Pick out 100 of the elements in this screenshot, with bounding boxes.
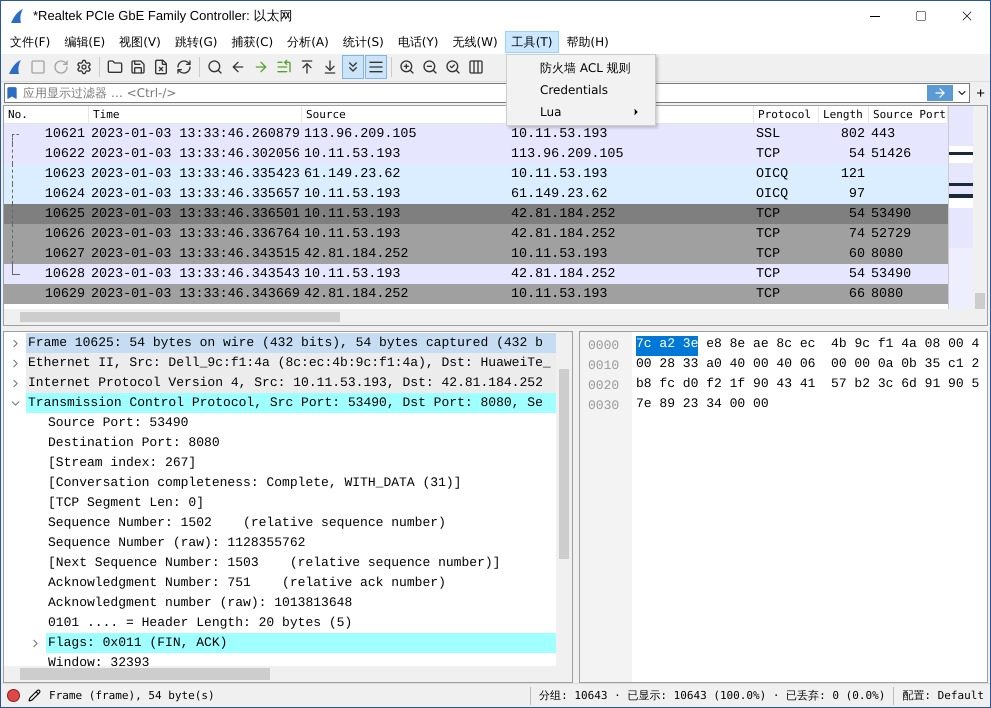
- detail-line[interactable]: 0101 .... = Header Length: 20 bytes (5): [46, 613, 556, 634]
- packet-row[interactable]: 10625 2023-01-03 13:33:46.336501 10.11.53.193 42.81.184.252 TCP 54 53490: [4, 204, 948, 224]
- detail-line[interactable]: Acknowledgment Number: 751 (relative ack number): [46, 573, 556, 594]
- packet-row[interactable]: 10627 2023-01-03 13:33:46.343515 42.81.184.252 10.11.53.193 TCP 60 8080: [4, 244, 948, 264]
- double-chevron-down-button[interactable]: [342, 55, 364, 80]
- table-cell-text: TCP: [755, 266, 782, 282]
- table-cell-text: 66: [848, 286, 866, 302]
- menu-item[interactable]: 工具(T): [504, 31, 560, 54]
- table-cell-text: 61.149.23.62: [303, 166, 402, 182]
- detail-line[interactable]: [Next Sequence Number: 1503 (relative sequence number)]: [46, 553, 556, 574]
- table-cell-text: 42.81.184.252: [303, 286, 410, 302]
- detail-line[interactable]: Sequence Number (raw): 1128355762: [46, 533, 556, 554]
- packet-row[interactable]: 10623 2023-01-03 13:33:46.335423 61.149.23.62 10.11.53.193 OICQ 121: [4, 164, 948, 184]
- profile-label[interactable]: 配置: Default: [902, 688, 984, 704]
- window-title: *Realtek PCIe GbE Family Controller: 以太网: [33, 7, 294, 25]
- table-cell-text: 2023-01-03 13:33:46.343515: [90, 246, 301, 262]
- detail-line[interactable]: Acknowledgment number (raw): 1013813648: [46, 593, 556, 614]
- packet-row[interactable]: 10626 2023-01-03 13:33:46.336764 10.11.53.193 42.81.184.252 TCP 74 52729: [4, 224, 948, 244]
- table-cell-text: TCP: [755, 146, 782, 162]
- offset-label: 0030: [587, 397, 620, 416]
- menu-item[interactable]: 文件(F): [3, 31, 58, 54]
- table-cell-text: 10.11.53.193: [303, 206, 402, 222]
- table-cell-text: SSL: [755, 126, 782, 142]
- table-cell-text: 2023-01-03 13:33:46.335657: [90, 186, 301, 202]
- table-cell-text: 2023-01-03 13:33:46.343543: [90, 266, 301, 282]
- detail-line[interactable]: Window: 32393: [46, 653, 556, 666]
- status-indicator[interactable]: [7, 689, 20, 702]
- table-cell-text: 42.81.184.252: [303, 246, 410, 262]
- table-cell-text: 10627: [44, 246, 86, 262]
- app-logo-icon: [9, 8, 25, 24]
- list-arrow-icon: [276, 59, 292, 76]
- table-cell-text: 61.149.23.62: [510, 186, 608, 202]
- lines-button[interactable]: [365, 55, 387, 80]
- vertical-scrollbar[interactable]: [972, 106, 987, 310]
- table-cell-text: 10628: [44, 266, 86, 282]
- table-cell-text: 10.11.53.193: [510, 286, 608, 302]
- dropdown-item[interactable]: Lua: [507, 101, 655, 123]
- add-filter-button[interactable]: +: [974, 84, 987, 102]
- table-cell-text: 42.81.184.252: [510, 266, 616, 282]
- up-arrow-icon: [299, 59, 315, 76]
- horizontal-scrollbar[interactable]: [4, 666, 572, 682]
- column-header[interactable]: Protocol: [754, 106, 819, 124]
- packet-row[interactable]: 10621 2023-01-03 13:33:46.260879 113.96.209.105 10.11.53.193 SSL 802 443: [4, 124, 948, 144]
- detail-line[interactable]: Destination Port: 8080: [46, 433, 556, 454]
- table-cell-text: 54: [848, 266, 866, 282]
- table-cell-text: 443: [870, 126, 896, 142]
- menu-item[interactable]: 无线(W): [445, 31, 505, 54]
- table-cell-text: 60: [848, 246, 866, 262]
- table-cell-text: 51426: [870, 146, 912, 162]
- hex-bytes[interactable]: e8 8e ae 8c ec 4b 9c f1 4a 08 00 4: [698, 336, 980, 356]
- vertical-scrollbar[interactable]: [556, 332, 572, 666]
- menu-item[interactable]: 捕获(C): [224, 31, 280, 54]
- detail-line[interactable]: Source Port: 53490: [46, 413, 556, 434]
- packet-row[interactable]: 10624 2023-01-03 13:33:46.335657 10.11.53.193 61.149.23.62 OICQ 97: [4, 184, 948, 204]
- packet-row[interactable]: 10629 2023-01-03 13:33:46.343669 42.81.184.252 10.11.53.193 TCP 66 8080: [4, 284, 948, 304]
- menu-item[interactable]: 电话(Y): [390, 31, 446, 54]
- table-cell-text: 54: [848, 146, 866, 162]
- table-cell-text: 10621: [44, 126, 86, 142]
- column-header[interactable]: Length: [819, 106, 869, 124]
- menu-item[interactable]: 统计(S): [336, 31, 391, 54]
- zoom-out-icon: [422, 59, 438, 76]
- table-cell-text: 121: [840, 166, 866, 182]
- offset-label: 0010: [587, 357, 620, 376]
- restart-icon: [53, 59, 69, 76]
- packet-row[interactable]: 10628 2023-01-03 13:33:46.343543 10.11.53.193 42.81.184.252 TCP 54 53490: [4, 264, 948, 284]
- packet-minimap[interactable]: [948, 106, 973, 310]
- table-cell-text: 10.11.53.193: [510, 166, 608, 182]
- packet-counts: 分组: 10643 · 已显示: 10643 (100.0%) · 已丢弃: 0 (0.0%): [539, 688, 886, 704]
- table-cell-text: 10622: [44, 146, 86, 162]
- menu-item[interactable]: 视图(V): [112, 31, 168, 54]
- table-cell-text: TCP: [755, 246, 782, 262]
- column-header[interactable]: No.: [4, 106, 89, 124]
- detail-line[interactable]: [Stream index: 267]: [46, 453, 556, 474]
- table-cell-text: 2023-01-03 13:33:46.343669: [90, 286, 301, 302]
- dropdown-item[interactable]: 防火墙 ACL 规则: [507, 57, 655, 79]
- table-cell-text: 54: [848, 206, 866, 222]
- detail-line[interactable]: [TCP Segment Len: 0]: [46, 493, 556, 514]
- table-cell-text: 10626: [44, 226, 86, 242]
- detail-line[interactable]: Sequence Number: 1502 (relative sequence number): [46, 513, 556, 534]
- down-arrow-icon: [322, 59, 338, 76]
- table-cell-text: TCP: [755, 206, 782, 222]
- menu-item[interactable]: 分析(A): [280, 31, 336, 54]
- menu-item[interactable]: 编辑(E): [57, 31, 112, 54]
- menu-item[interactable]: 帮助(H): [559, 31, 616, 54]
- table-cell-text: 8080: [870, 246, 904, 262]
- column-header[interactable]: Time: [89, 106, 302, 124]
- hex-bytes[interactable]: 7e 89 23 34 00 00: [636, 396, 769, 416]
- hex-bytes[interactable]: 00 28 33 a0 40 00 40 06 00 00 0a 0b 35 c1 2: [636, 356, 980, 376]
- packet-row[interactable]: 10622 2023-01-03 13:33:46.302056 10.11.53.193 113.96.209.105 TCP 54 51426: [4, 144, 948, 164]
- pencil-icon[interactable]: [28, 689, 41, 702]
- horizontal-scrollbar[interactable]: [4, 309, 987, 326]
- detail-line[interactable]: [Conversation completeness: Complete, WITH_DATA (31)]: [46, 473, 556, 494]
- selected-bytes[interactable]: 7c a2 3e: [636, 336, 698, 356]
- reload-icon: [176, 59, 192, 76]
- table-cell-text: 53490: [870, 206, 912, 222]
- table-cell-text: 10624: [44, 186, 86, 202]
- menu-item[interactable]: 跳转(G): [168, 31, 224, 54]
- hex-bytes[interactable]: b8 fc d0 f2 1f 90 43 41 57 b2 3c 6d 91 90 5: [636, 376, 980, 396]
- zoom-in-icon: [399, 59, 415, 76]
- gear-icon: [76, 59, 92, 76]
